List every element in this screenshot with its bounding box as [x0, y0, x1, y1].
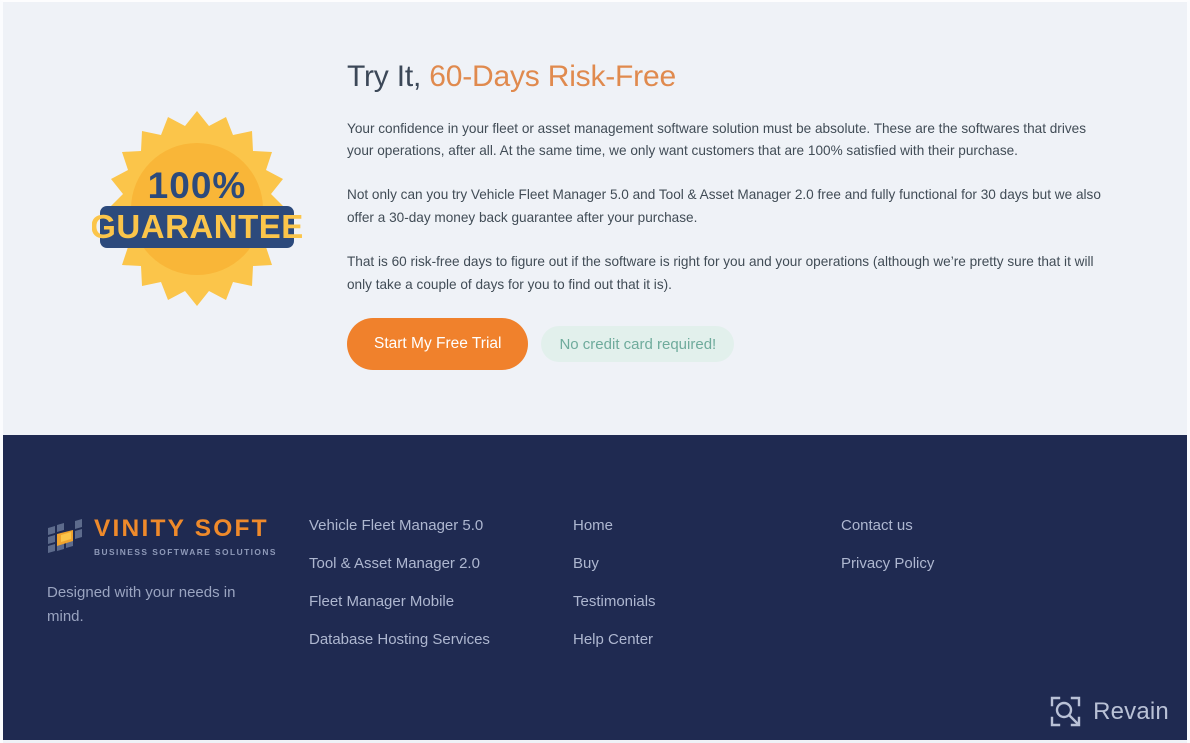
footer-logo[interactable]: VINITY SOFT BUSINESS SOFTWARE SOLUTIONS [47, 515, 309, 557]
revain-watermark-label: Revain [1093, 697, 1169, 725]
footer-link-tool-asset-manager[interactable]: Tool & Asset Manager 2.0 [309, 555, 573, 572]
revain-watermark: Revain [1049, 695, 1169, 728]
svg-text:GUARANTEE: GUARANTEE [92, 208, 302, 245]
guarantee-badge-column: 100% GUARANTEE [47, 54, 347, 435]
page-root: 100% GUARANTEE Try It, 60-Days Risk-Free… [0, 0, 1190, 743]
footer-link-help-center[interactable]: Help Center [573, 631, 841, 648]
svg-text:100%: 100% [148, 165, 247, 206]
footer-logo-text: VINITY SOFT BUSINESS SOFTWARE SOLUTIONS [94, 515, 277, 557]
brand-name: VINITY SOFT [94, 515, 269, 542]
footer-column-site: Home Buy Testimonials Help Center [573, 517, 841, 740]
page-title: Try It, 60-Days Risk-Free [347, 58, 1122, 96]
hero-paragraph-3: That is 60 risk-free days to figure out … [347, 254, 1094, 292]
title-accent: 60-Days Risk-Free [429, 60, 676, 93]
footer-column-support: Contact us Privacy Policy [841, 517, 1061, 740]
brand-tagline: BUSINESS SOFTWARE SOLUTIONS [94, 546, 277, 557]
start-free-trial-button[interactable]: Start My Free Trial [347, 318, 529, 371]
footer-link-privacy-policy[interactable]: Privacy Policy [841, 555, 1061, 572]
footer-link-testimonials[interactable]: Testimonials [573, 593, 841, 610]
hero-text-column: Try It, 60-Days Risk-Free Your confidenc… [347, 54, 1122, 435]
hero-section: 100% GUARANTEE Try It, 60-Days Risk-Free… [3, 2, 1187, 435]
revain-logo-icon [1049, 695, 1082, 728]
footer-link-contact-us[interactable]: Contact us [841, 517, 1061, 534]
brand-note: Designed with your needs in mind. [47, 583, 236, 625]
guarantee-seal-icon: 100% GUARANTEE [92, 106, 302, 316]
footer-brand: VINITY SOFT BUSINESS SOFTWARE SOLUTIONS … [47, 515, 309, 740]
no-credit-card-badge: No credit card required! [541, 326, 735, 363]
footer-link-vehicle-fleet-manager[interactable]: Vehicle Fleet Manager 5.0 [309, 517, 573, 534]
vinity-soft-tiles-icon [47, 519, 85, 553]
footer-link-fleet-manager-mobile[interactable]: Fleet Manager Mobile [309, 593, 573, 610]
footer-link-home[interactable]: Home [573, 517, 841, 534]
title-lead: Try It, [347, 60, 422, 93]
cta-row: Start My Free Trial No credit card requi… [347, 318, 1122, 371]
footer-link-database-hosting[interactable]: Database Hosting Services [309, 631, 573, 648]
footer-column-products: Vehicle Fleet Manager 5.0 Tool & Asset M… [309, 517, 573, 740]
hero-paragraph-2: Not only can you try Vehicle Fleet Manag… [347, 187, 1101, 225]
site-footer: VINITY SOFT BUSINESS SOFTWARE SOLUTIONS … [3, 435, 1187, 740]
hero-paragraph-1: Your confidence in your fleet or asset m… [347, 120, 1087, 158]
footer-link-buy[interactable]: Buy [573, 555, 841, 572]
